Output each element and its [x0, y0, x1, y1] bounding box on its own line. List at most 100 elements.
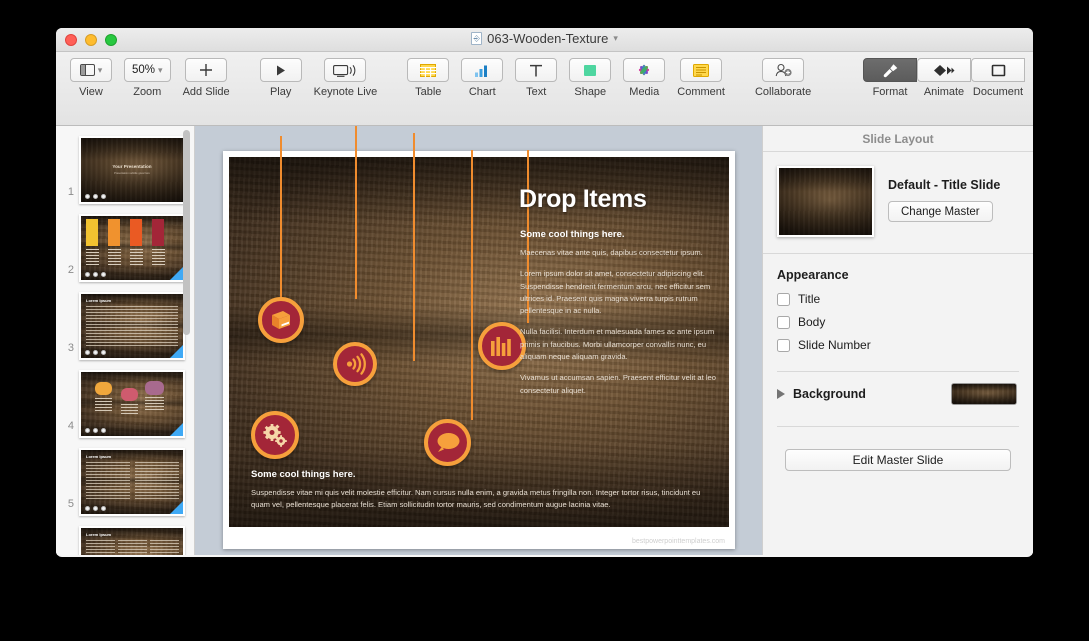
edit-master-slide-button[interactable]: Edit Master Slide	[785, 449, 1011, 471]
toolbar-keynote-live-label: Keynote Live	[314, 86, 378, 98]
paragraph: Lorem ipsum dolor sit amet, consectetur …	[520, 268, 725, 317]
node-book[interactable]	[258, 297, 304, 343]
slide-right-body[interactable]: Maecenas vitae ante quis, dapibus consec…	[520, 247, 725, 406]
slide-number: 4	[60, 420, 74, 432]
slide-thumbnail[interactable]: Your Presentation Presentation subtitle …	[79, 136, 185, 204]
slide-thumbnail[interactable]	[79, 214, 185, 282]
list-item[interactable]: 3 Lorem Ipsum	[56, 282, 194, 360]
toolbar-play-label: Play	[270, 86, 291, 98]
thumbnail-image: Lorem Ipsum	[81, 294, 183, 358]
book-icon	[270, 310, 292, 330]
node-gears[interactable]	[251, 411, 299, 459]
zoom-value: 50%	[132, 64, 155, 76]
slide-number-checkbox[interactable]	[777, 339, 790, 352]
background-label: Background	[793, 387, 951, 401]
toolbar-document[interactable]: Document	[971, 58, 1025, 98]
toolbar-table[interactable]: Table	[401, 58, 455, 98]
list-item[interactable]: 6 Lorem Ipsum	[56, 516, 194, 555]
slide-thumbnail[interactable]: Lorem Ipsum	[79, 448, 185, 516]
slide-right-subtitle[interactable]: Some cool things here.	[520, 229, 625, 240]
slide-number: 2	[60, 264, 74, 276]
appearance-option-title[interactable]: Title	[777, 292, 1017, 306]
toolbar-comment[interactable]: Comment	[671, 58, 731, 98]
document-rect-icon	[991, 64, 1006, 77]
change-master-button[interactable]: Change Master	[888, 201, 993, 222]
media-photos-icon	[637, 63, 651, 77]
document-title[interactable]: 063-Wooden-Texture	[487, 31, 608, 46]
toolbar-play[interactable]: Play	[254, 58, 308, 98]
list-item[interactable]: 2	[56, 204, 194, 282]
background-swatch[interactable]	[951, 383, 1017, 405]
slide-dots	[85, 194, 106, 199]
body-checkbox[interactable]	[777, 316, 790, 329]
toolbar-comment-label: Comment	[677, 86, 725, 98]
thumb-heading: Lorem Ipsum	[86, 298, 111, 303]
master-thumbnail[interactable]	[777, 166, 874, 237]
toolbar-add-slide[interactable]: Add Slide	[177, 58, 236, 98]
slide-frame[interactable]: Drop Items Some cool things here. Maecen…	[223, 151, 735, 549]
slide-number: 3	[60, 342, 74, 354]
list-item[interactable]: 5 Lorem Ipsum	[56, 438, 194, 516]
slide-bottom-body[interactable]: Suspendisse vitae mi quis velit molestie…	[251, 487, 709, 511]
thumbnail-image	[81, 372, 183, 436]
toolbar-format[interactable]: Format	[863, 58, 917, 98]
node-chat[interactable]	[424, 419, 471, 466]
appearance-option-slide-number[interactable]: Slide Number	[777, 338, 1017, 352]
toolbar-keynote-live[interactable]: Keynote Live	[308, 58, 384, 98]
toolbar-text[interactable]: Text	[509, 58, 563, 98]
chevron-down-icon: ▾	[98, 65, 103, 76]
thumb-heading: Lorem Ipsum	[86, 454, 111, 459]
toolbar-media-label: Media	[629, 86, 659, 98]
list-item[interactable]: 4	[56, 360, 194, 438]
toolbar-media[interactable]: Media	[617, 58, 671, 98]
toolbar-zoom[interactable]: 50% ▾ Zoom	[118, 58, 177, 98]
gears-icon	[263, 424, 288, 447]
disclosure-triangle-icon[interactable]	[777, 389, 785, 399]
title-checkbox[interactable]	[777, 293, 790, 306]
slide-number: 5	[60, 498, 74, 510]
slide-canvas[interactable]: Drop Items Some cool things here. Maecen…	[195, 126, 762, 555]
thumbnail-image	[81, 216, 183, 280]
node-signal[interactable]	[333, 342, 377, 386]
thumbnail-image: Lorem Ipsum	[81, 528, 183, 555]
toolbar-shape[interactable]: Shape	[563, 58, 617, 98]
bar-chart-icon	[474, 64, 490, 77]
toolbar-chart[interactable]: Chart	[455, 58, 509, 98]
master-thumbnail-image	[779, 168, 872, 235]
toolbar-view[interactable]: ▾ View	[64, 58, 118, 98]
slide-bottom-subtitle[interactable]: Some cool things here.	[251, 469, 356, 480]
slide-thumbnail[interactable]	[79, 370, 185, 438]
skip-slide-corner	[170, 267, 183, 280]
title-chevron-down-icon[interactable]: ▾	[613, 33, 618, 44]
slide-thumbnail[interactable]: Lorem Ipsum	[79, 526, 185, 555]
slide-paper: Drop Items Some cool things here. Maecen…	[223, 151, 735, 549]
toolbar-collaborate[interactable]: Collaborate	[749, 58, 817, 98]
slide-dots	[85, 428, 106, 433]
master-name: Default - Title Slide	[888, 178, 1000, 192]
slide-content[interactable]: Drop Items Some cool things here. Maecen…	[229, 157, 729, 527]
list-item[interactable]: 1 Your Presentation Presentation subtitl…	[56, 126, 194, 204]
slide-thumbnail[interactable]: Lorem Ipsum	[79, 292, 185, 360]
slide-title[interactable]: Drop Items	[519, 185, 647, 214]
checkbox-label: Title	[798, 292, 820, 306]
format-brush-icon	[882, 63, 899, 78]
node-bar-chart[interactable]	[478, 322, 526, 370]
toolbar-animate-label: Animate	[924, 86, 964, 98]
toolbar-collaborate-label: Collaborate	[755, 86, 811, 98]
hanging-string	[355, 157, 357, 299]
toolbar-shape-label: Shape	[574, 86, 606, 98]
toolbar-format-label: Format	[873, 86, 908, 98]
appearance-option-body[interactable]: Body	[777, 315, 1017, 329]
thumbnail-image: Lorem Ipsum	[81, 450, 183, 514]
paragraph: Vivamus ut accumsan sapien. Praesent eff…	[520, 372, 725, 397]
navigator-scrollbar[interactable]	[183, 130, 190, 335]
slide-navigator[interactable]: 1 Your Presentation Presentation subtitl…	[56, 126, 195, 555]
keynote-window: ⎆ 063-Wooden-Texture ▾ ▾ View 50%	[56, 28, 1033, 557]
comment-lines-icon	[693, 64, 709, 77]
background-swatch-image	[952, 384, 1016, 404]
slide-number: 1	[60, 186, 74, 198]
background-row[interactable]: Background	[763, 372, 1033, 416]
toolbar-document-label: Document	[973, 86, 1023, 98]
document-title-bar: ⎆ 063-Wooden-Texture ▾	[56, 31, 1033, 46]
toolbar-animate[interactable]: Animate	[917, 58, 971, 98]
